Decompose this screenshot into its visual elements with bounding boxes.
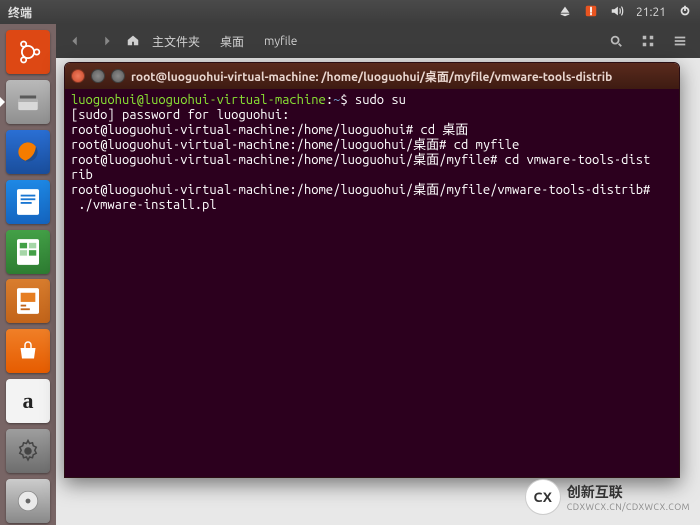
launcher-amazon[interactable]: a [4,377,52,425]
window-close-button[interactable] [71,69,85,83]
watermark-name: 创新互联 [567,484,623,500]
terminal-title: root@luoguohui-virtual-machine: /home/lu… [131,68,612,85]
crumb-myfile[interactable]: myfile [256,31,305,52]
view-grid-button[interactable] [634,28,662,54]
home-icon[interactable] [126,33,140,50]
forward-button[interactable] [94,28,120,54]
system-tray: 21:21 [558,4,692,21]
launcher-settings[interactable] [4,427,52,475]
launcher-files[interactable] [4,78,52,126]
crumb-desktop[interactable]: 桌面 [212,29,252,54]
launcher-writer[interactable] [4,178,52,226]
terminal-body[interactable]: luoguohui@luoguohui-virtual-machine:~$ s… [65,89,679,477]
update-icon[interactable] [584,4,598,21]
launcher-dash[interactable] [4,28,52,76]
files-toolbar: 主文件夹 桌面 myfile [56,24,700,58]
window-maximize-button[interactable] [111,69,125,83]
terminal-titlebar[interactable]: root@luoguohui-virtual-machine: /home/lu… [65,63,679,89]
launcher-disc[interactable] [4,477,52,525]
search-button[interactable] [602,28,630,54]
unity-launcher: a [0,24,56,525]
view-list-button[interactable] [666,28,694,54]
clock[interactable]: 21:21 [636,6,666,19]
session-icon[interactable] [678,4,692,21]
launcher-firefox[interactable] [4,128,52,176]
launcher-impress[interactable] [4,278,52,326]
watermark-logo: CX [525,479,561,515]
launcher-software[interactable] [4,327,52,375]
sound-icon[interactable] [610,4,624,21]
crumb-home[interactable]: 主文件夹 [144,29,208,54]
terminal-window: root@luoguohui-virtual-machine: /home/lu… [64,62,680,478]
window-minimize-button[interactable] [91,69,105,83]
back-button[interactable] [62,28,88,54]
launcher-calc[interactable] [4,228,52,276]
breadcrumb: 主文件夹 桌面 myfile [126,29,305,54]
watermark: CX 创新互联 CDXWCX.CN/CDXWCX.COM [525,479,690,515]
system-menubar: 终端 21:21 [0,0,700,24]
watermark-url: CDXWCX.CN/CDXWCX.COM [567,502,690,512]
network-icon[interactable] [558,4,572,21]
active-app-title: 终端 [8,4,32,21]
